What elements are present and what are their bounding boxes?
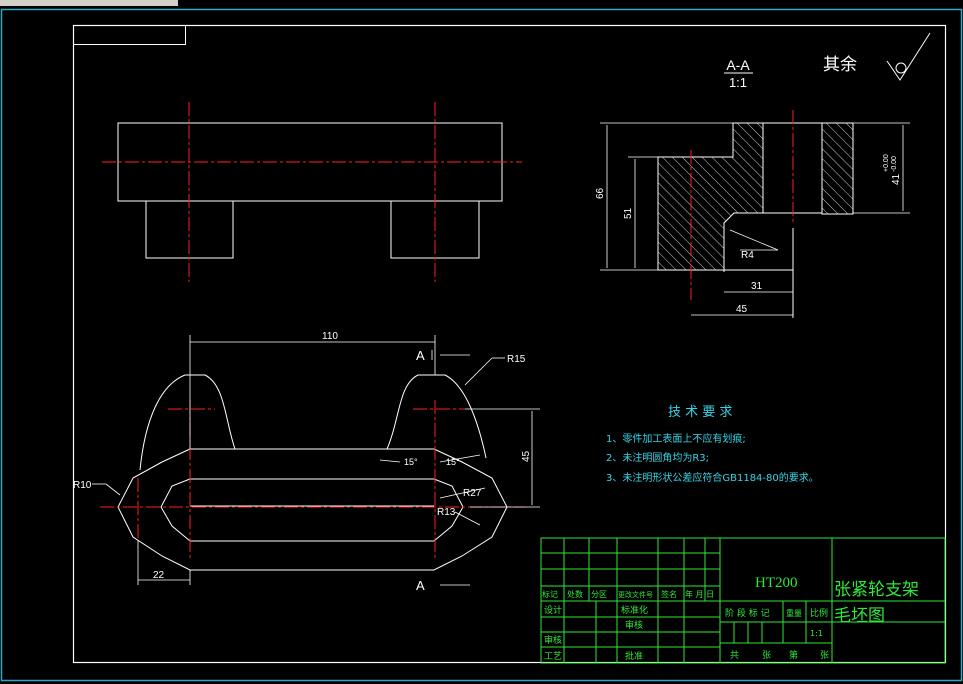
scale-value: 1:1 [810,629,823,638]
front-slot-ends [160,478,464,542]
part-name-2: 毛坯图 [834,606,885,626]
label-zone: 分区 [591,590,607,599]
label-date: 年 月 日 [685,589,714,599]
tech-item-3: 3、未注明形状公差应符合GB1184-80的要求。 [606,471,819,484]
front-rails [190,448,434,542]
dim-angle-right: 15° [446,457,460,467]
label-standardize: 标准化 [621,604,648,616]
dim-66: 66 [595,187,606,199]
toolbar-gap [0,6,963,9]
finish-note: 其余 [823,55,857,75]
sheet-number: 第 [789,649,798,661]
part-name-1: 张紧轮支架 [834,580,919,600]
drawing-border [72,24,947,664]
dim-r27: R27 [463,488,482,499]
front-centerlines [100,400,525,560]
label-review: 审核 [625,619,643,631]
label-count: 处数 [567,589,583,599]
section-scale: 1:1 [729,75,747,90]
sheet-total: 共 [730,650,739,661]
roughness-symbol [886,32,931,81]
tech-item-1: 1、零件加工表面上不应有划痕; [606,432,746,445]
dim-45b: 45 [736,304,748,315]
label-stage: 阶 段 标 记 [725,607,770,619]
dim-41-tol-upper: +0.00 [883,154,890,172]
sheet-unit-2: 张 [820,650,829,661]
label-signature: 签名 [661,589,677,599]
section-name: A-A [726,57,750,73]
dim-angle-left: 15° [404,457,418,467]
dim-110: 110 [322,331,338,342]
dim-r4: R4 [741,250,754,261]
tech-item-2: 2、未注明圆角均为R3; [606,451,709,464]
sheet-unit-1: 张 [762,650,771,661]
label-scale: 比例 [810,607,828,619]
dim-41: 41 [891,173,902,185]
front-right-ear [386,374,487,459]
front-dimension-lines [92,335,540,586]
label-change-doc: 更改文件号 [618,590,653,599]
dim-45: 45 [521,450,532,462]
top-view-centerlines [102,102,522,282]
tech-title: 技 术 要 求 [668,405,732,420]
label-design: 设计 [544,604,562,616]
section-hatch-right [821,122,854,215]
material: HT200 [755,575,798,591]
section-view: A-A 1:1 其余 66 51 41 +0.00 -0.00 R4 31 45 [595,32,931,318]
cut-label-top: A [416,348,425,363]
dim-r10: R10 [73,480,92,491]
roughness-circle [895,62,907,74]
top-view [117,122,503,259]
label-mark: 标记 [542,589,558,599]
dim-r15: R15 [507,354,526,365]
dim-r13: R13 [437,507,456,518]
toolbar-strip [0,0,178,6]
dim-51: 51 [623,207,634,219]
label-process: 工艺 [544,651,562,662]
label-weight: 重量 [786,608,802,618]
dim-31: 31 [751,281,763,292]
section-hatch-left [657,122,764,271]
label-check: 审核 [544,634,562,646]
cut-label-bottom: A [416,578,425,593]
label-approve: 批准 [625,650,643,662]
front-view [117,374,508,571]
code-box [73,25,186,45]
dim-22: 22 [153,570,165,581]
drawing-canvas: A-A 1:1 其余 66 51 41 +0.00 -0.00 R4 31 45… [0,0,963,682]
dim-41-tol-lower: -0.00 [891,156,898,172]
title-block-grid [540,537,946,664]
front-left-ear [139,374,236,471]
